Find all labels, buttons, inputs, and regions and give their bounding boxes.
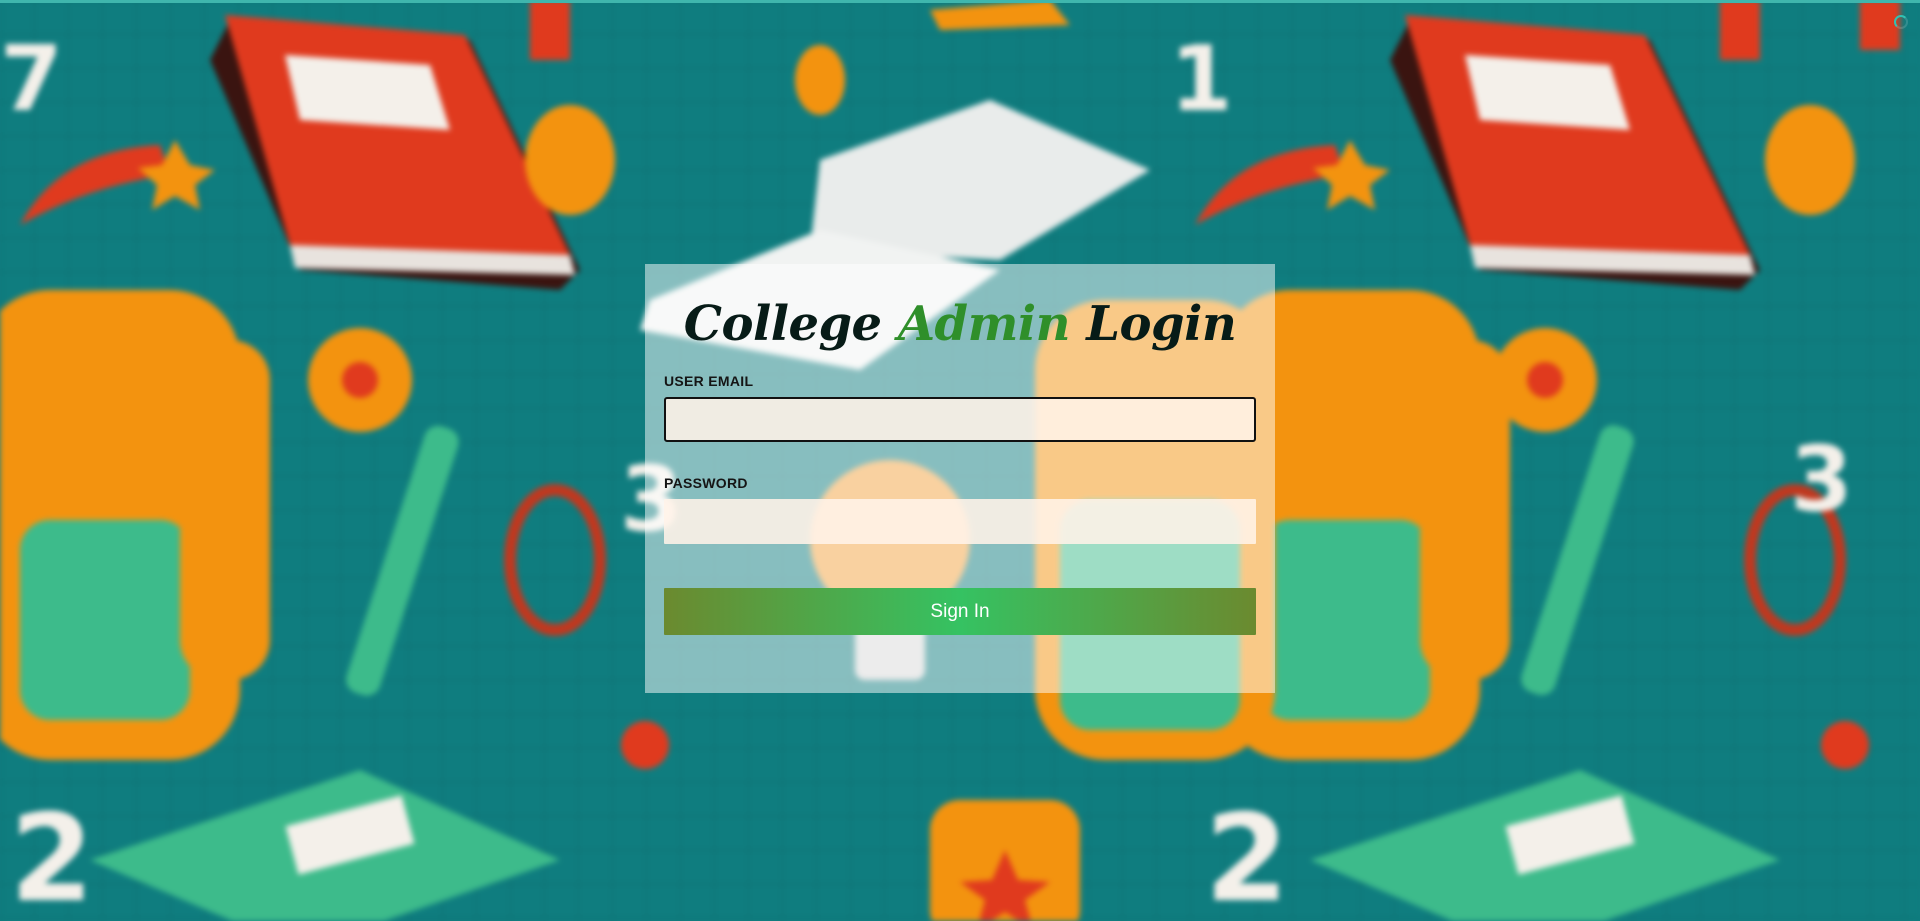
pin-right (1821, 721, 1869, 769)
svg-text:1: 1 (1170, 27, 1233, 132)
title-word-admin: Admin (897, 296, 1071, 352)
password-label: PASSWORD (664, 475, 748, 491)
trophy-center (930, 800, 1080, 921)
flower-right (1493, 328, 1597, 432)
email-field[interactable] (664, 397, 1256, 442)
svg-text:2: 2 (10, 790, 94, 921)
backpack-left (0, 290, 270, 760)
login-card: College Admin Login USER EMAIL PASSWORD … (645, 264, 1275, 693)
loading-spinner-icon (1894, 15, 1908, 29)
email-label: USER EMAIL (664, 373, 754, 389)
title-word-login: Login (1086, 296, 1237, 352)
pin-left (621, 721, 669, 769)
svg-text:2: 2 (1205, 790, 1289, 921)
leaf-left (525, 105, 615, 215)
leaf-right (1765, 105, 1855, 215)
password-field[interactable] (664, 499, 1256, 544)
svg-text:3: 3 (1790, 427, 1853, 532)
login-page: 1 3 3 2 2 7 College Admin Login USER EMA… (0, 0, 1920, 921)
sign-in-button[interactable]: Sign In (664, 588, 1256, 635)
flower-left (308, 328, 412, 432)
svg-text:7: 7 (0, 27, 63, 132)
page-load-progress-bar (0, 0, 1920, 3)
drop-ornament (795, 45, 845, 115)
title-word-college: College (683, 296, 882, 352)
page-title: College Admin Login (664, 264, 1256, 354)
